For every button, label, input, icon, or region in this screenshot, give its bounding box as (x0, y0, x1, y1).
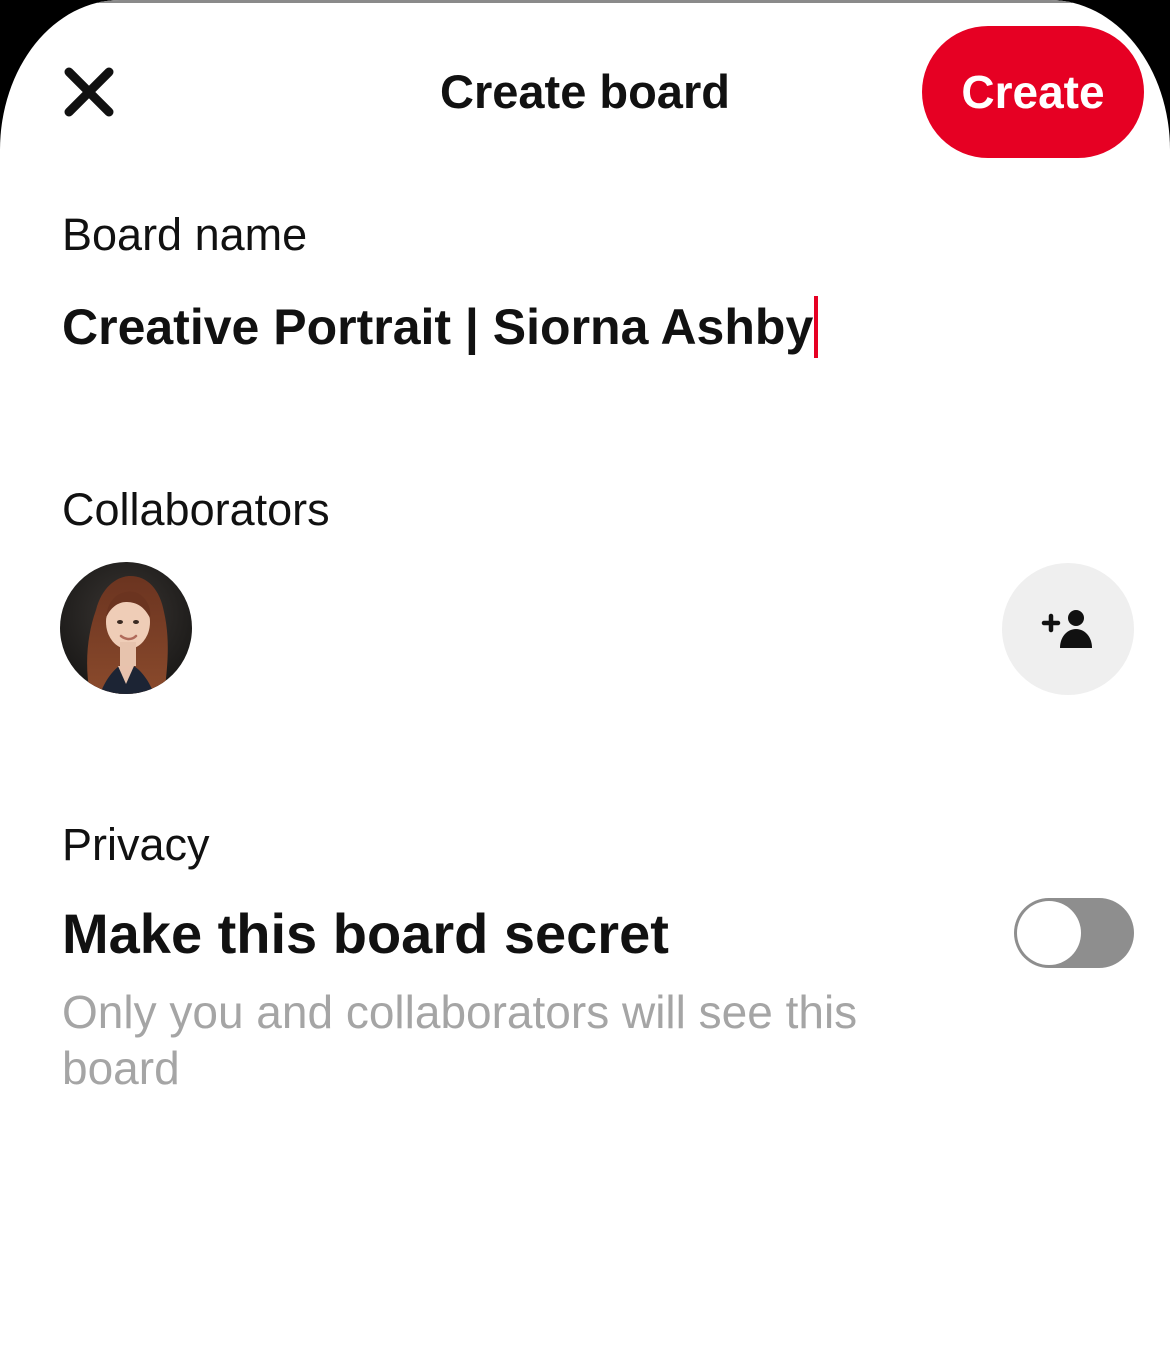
avatar[interactable] (60, 562, 192, 694)
board-name-input[interactable]: Creative Portrait | Siorna Ashby (62, 296, 819, 358)
create-button[interactable]: Create (922, 26, 1144, 158)
close-icon (64, 67, 114, 117)
secret-setting-title: Make this board secret (62, 902, 669, 965)
collaborators-label: Collaborators (62, 484, 330, 535)
sheet-top-edge (58, 0, 1112, 3)
privacy-label: Privacy (62, 819, 210, 870)
avatar-photo (60, 562, 192, 694)
create-board-sheet: Create board Create Board name Creative … (0, 0, 1170, 1352)
add-person-icon (1041, 610, 1092, 648)
secret-setting-description: Only you and collaborators will see this… (62, 986, 858, 1094)
add-collaborator-button[interactable] (1002, 563, 1134, 695)
board-name-value: Creative Portrait | Siorna Ashby (62, 299, 814, 355)
close-button[interactable] (58, 64, 120, 120)
secret-toggle[interactable] (1014, 898, 1134, 968)
text-caret (814, 296, 819, 358)
board-name-label: Board name (62, 209, 308, 260)
toggle-knob (1017, 901, 1081, 965)
